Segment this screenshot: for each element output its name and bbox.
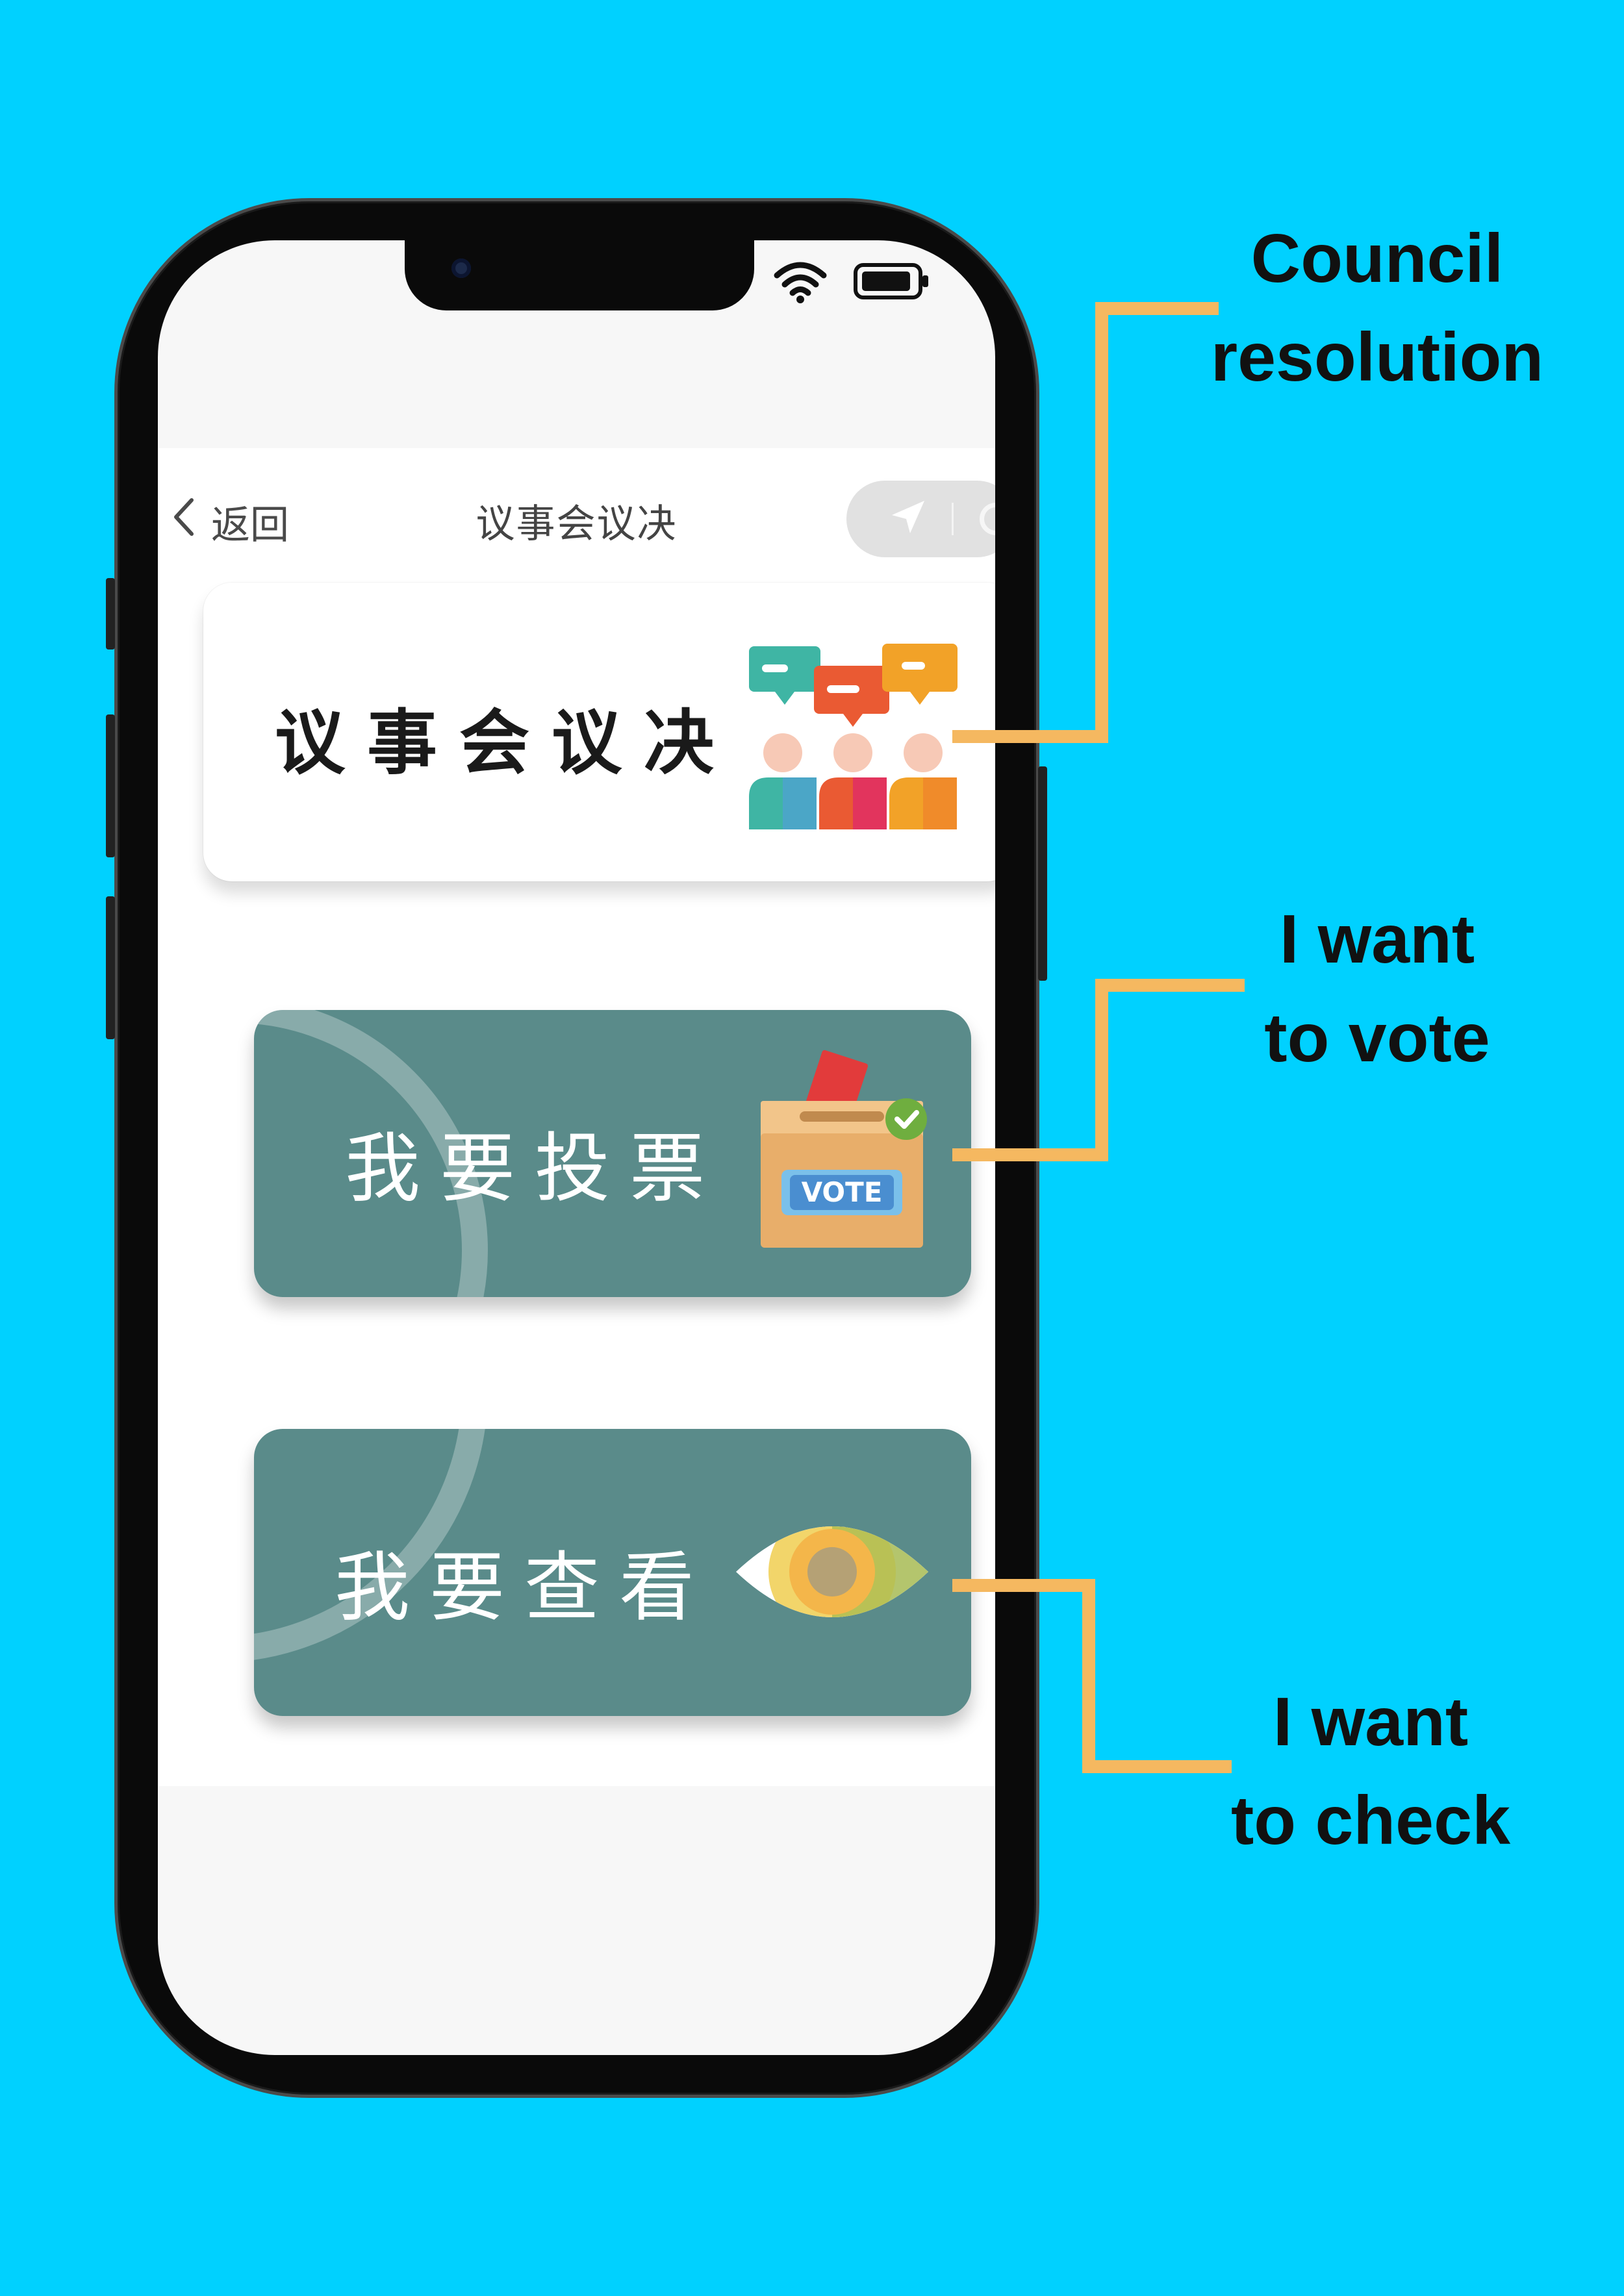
annotation-text: to vote xyxy=(1264,1000,1490,1076)
annotation-text: to check xyxy=(1230,1782,1511,1859)
annotation-text: Council xyxy=(1250,220,1504,297)
annotation-text: resolution xyxy=(1210,319,1544,396)
annotation-vote: I want to vote xyxy=(1169,890,1585,1087)
annotation-text: I want xyxy=(1279,901,1475,978)
annotation-text: I want xyxy=(1273,1684,1469,1760)
annotation-check: I want to check xyxy=(1163,1672,1579,1870)
annotation-council: Council resolution xyxy=(1156,209,1598,407)
